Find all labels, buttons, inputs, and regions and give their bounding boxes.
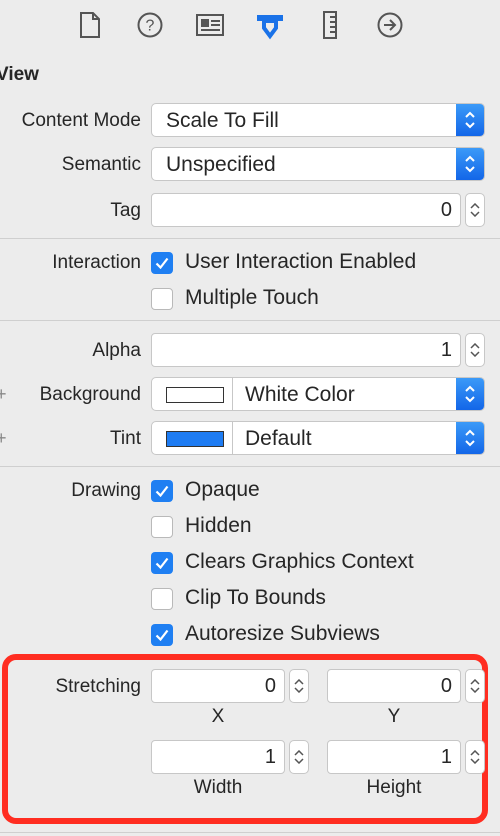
popup-chevron-icon [456,378,484,410]
content-mode-label: Content Mode [21,110,141,131]
interaction-label: Interaction [52,252,141,273]
divider [0,320,500,321]
stretching-width-stepper[interactable] [289,740,309,774]
inspector-toolbar: ? [0,0,500,50]
clears-graphics-context-checkbox[interactable] [151,552,173,574]
autoresize-subviews-label: Autoresize Subviews [185,622,380,645]
background-label: Background [39,384,141,405]
stretching-height-caption: Height [366,777,422,798]
swatch-divider [232,378,233,410]
tint-label: Tint [110,428,141,449]
clears-graphics-context-label: Clears Graphics Context [185,550,414,573]
alpha-field[interactable]: 1 [151,333,461,367]
tag-label: Tag [110,200,141,221]
connections-inspector-icon[interactable] [375,10,405,40]
tint-color-swatch [166,431,224,447]
popup-chevron-icon [456,148,484,180]
alpha-stepper[interactable] [465,333,485,367]
clip-to-bounds-checkbox[interactable] [151,588,173,610]
stretching-width-field[interactable]: 1 [151,740,285,774]
semantic-label: Semantic [61,154,141,175]
stretching-y-stepper[interactable] [465,669,485,703]
hidden-label: Hidden [185,514,252,537]
tag-stepper[interactable] [465,193,485,227]
divider [0,466,500,467]
popup-chevron-icon [456,104,484,136]
swatch-divider [232,422,233,454]
stretching-y-field[interactable]: 0 [327,669,461,703]
stretching-x-caption: X [211,706,225,727]
identity-inspector-icon[interactable] [195,10,225,40]
semantic-value: Unspecified [166,153,276,176]
stretching-y-caption: Y [387,706,401,727]
tint-value: Default [245,427,312,450]
tag-field[interactable]: 0 [151,193,461,227]
stretching-height-field[interactable]: 1 [327,740,461,774]
content-mode-popup[interactable]: Scale To Fill [151,103,485,137]
user-interaction-label: User Interaction Enabled [185,250,417,273]
section-title: View [0,64,39,85]
stretching-width-caption: Width [193,777,243,798]
alpha-label: Alpha [92,340,141,361]
opaque-label: Opaque [185,478,260,501]
autoresize-subviews-checkbox[interactable] [151,624,173,646]
user-interaction-checkbox[interactable] [151,252,173,274]
background-color-swatch [166,387,224,403]
divider [0,238,500,239]
stretching-height-stepper[interactable] [465,740,485,774]
clip-to-bounds-label: Clip To Bounds [185,586,326,609]
divider [0,832,500,833]
drawing-label: Drawing [71,480,141,501]
multiple-touch-checkbox[interactable] [151,288,173,310]
semantic-popup[interactable]: Unspecified [151,147,485,181]
opaque-checkbox[interactable] [151,480,173,502]
stretching-label: Stretching [55,676,141,697]
stretching-x-field[interactable]: 0 [151,669,285,703]
hidden-checkbox[interactable] [151,516,173,538]
content-mode-value: Scale To Fill [166,109,279,132]
tint-popup[interactable]: Default [151,421,485,455]
popup-chevron-icon [456,422,484,454]
background-value: White Color [245,383,355,406]
svg-text:?: ? [146,18,155,35]
attributes-inspector-icon[interactable] [255,10,285,40]
multiple-touch-label: Multiple Touch [185,286,319,309]
background-popup[interactable]: White Color [151,377,485,411]
quick-help-icon[interactable]: ? [135,10,165,40]
file-inspector-icon[interactable] [75,10,105,40]
size-inspector-icon[interactable] [315,10,345,40]
stretching-x-stepper[interactable] [289,669,309,703]
